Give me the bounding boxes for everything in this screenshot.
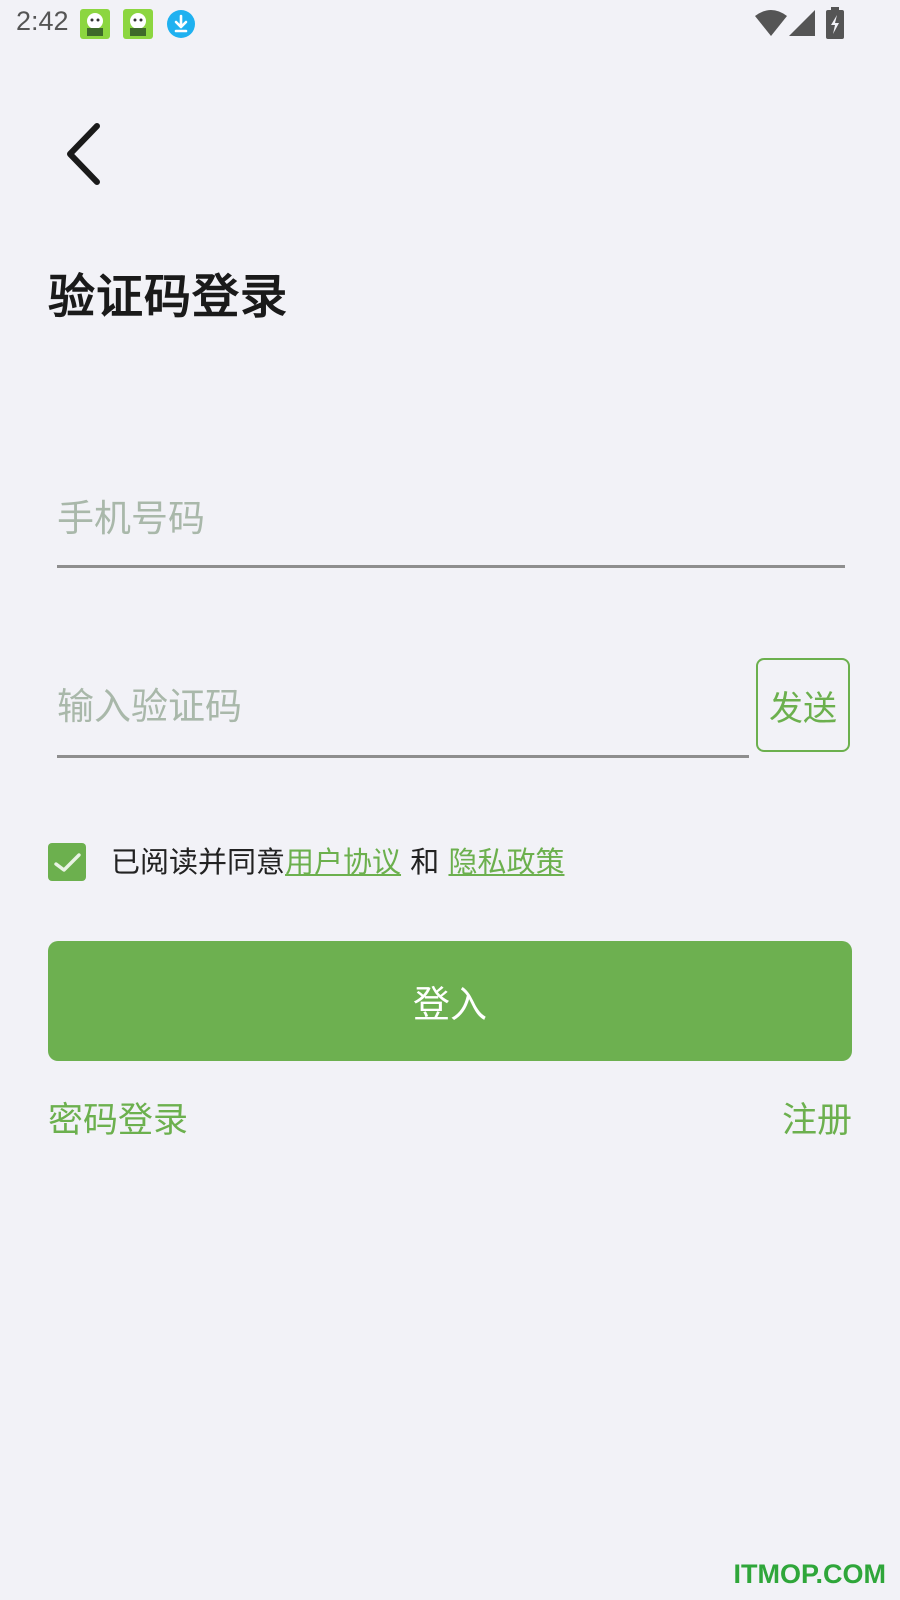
password-login-link[interactable]: 密码登录 [48,1096,188,1146]
agreement-conjunction: 和 [401,845,449,879]
status-bar: 2:42 [0,0,900,50]
agreement-text: 已阅读并同意用户协议 和 隐私政策 [111,843,564,881]
phone-number-input[interactable] [57,484,827,552]
user-agreement-link[interactable]: 用户协议 [285,845,401,879]
privacy-policy-link[interactable]: 隐私政策 [448,845,564,879]
download-icon [166,9,196,39]
wifi-icon [755,10,787,40]
send-code-button[interactable]: 发送 [756,658,850,752]
status-time: 2:42 [16,6,69,36]
battery-charging-icon [826,7,844,43]
phone-input-underline [57,565,845,568]
android-app-icon [80,9,110,39]
checkmark-icon [54,853,81,872]
android-app-icon [123,9,153,39]
agreement-prefix: 已阅读并同意 [111,845,286,879]
verification-code-input[interactable] [57,672,727,740]
back-button[interactable] [56,118,116,188]
code-input-underline [57,755,749,758]
register-link[interactable]: 注册 [782,1096,852,1146]
page-title: 验证码登录 [48,270,288,325]
login-button[interactable]: 登入 [48,941,852,1061]
chevron-left-icon [67,123,100,185]
cellular-signal-icon [789,10,815,40]
agreement-checkbox[interactable] [48,843,86,881]
watermark: ITMOP.COM [733,1559,886,1589]
